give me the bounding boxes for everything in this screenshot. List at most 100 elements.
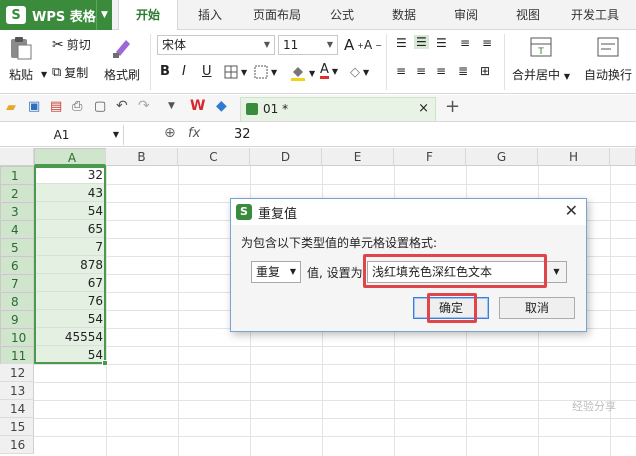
merge-center-button[interactable]: T 合并居中 ▼	[512, 36, 570, 83]
row-header[interactable]: 12	[0, 364, 34, 382]
clear-format-button[interactable]: ◇ ▼	[350, 65, 369, 80]
redo-icon[interactable]: ↷	[138, 98, 150, 114]
cell-a4[interactable]: 65	[34, 220, 106, 238]
open-folder-icon[interactable]: ▰	[6, 100, 16, 115]
cell-a5[interactable]: 7	[34, 238, 106, 256]
cell-a9[interactable]: 54	[34, 310, 106, 328]
new-tab-icon[interactable]: +	[445, 96, 460, 117]
print-preview-icon[interactable]: ▢	[94, 99, 106, 114]
formula-input[interactable]: 32	[234, 125, 251, 145]
align-center-button[interactable]: ≡	[416, 64, 426, 78]
close-icon[interactable]: ✕	[565, 201, 578, 220]
align-bottom-button[interactable]: ☰	[436, 36, 447, 50]
column-header-e[interactable]: E	[322, 148, 394, 166]
font-color-button[interactable]: A ▼	[320, 63, 338, 79]
italic-button[interactable]: I	[182, 64, 186, 79]
bold-button[interactable]: B	[160, 64, 170, 79]
copy-button[interactable]: ⧉ 复制	[52, 64, 88, 81]
app-menu-caret-icon[interactable]: ▼	[96, 0, 112, 30]
zoom-search-icon[interactable]: ⊕	[164, 125, 176, 141]
borders-button[interactable]: ▼	[224, 65, 247, 79]
paste-button[interactable]: 粘贴	[8, 36, 34, 83]
tab-developer[interactable]: 开发工具	[564, 0, 626, 30]
cell-a7[interactable]: 67	[34, 274, 106, 292]
column-header-d[interactable]: D	[250, 148, 322, 166]
cancel-button[interactable]: 取消	[499, 297, 575, 319]
cloud-cube-icon[interactable]: ◆	[216, 98, 227, 114]
name-box[interactable]: A1 ▼	[0, 125, 124, 145]
align-middle-button[interactable]: ☰	[414, 35, 429, 49]
row-header[interactable]: 15	[0, 418, 34, 436]
tab-formulas[interactable]: 公式	[322, 0, 362, 30]
export-pdf-icon[interactable]: ▤	[50, 99, 62, 114]
select-all-corner[interactable]	[0, 148, 34, 166]
underline-button[interactable]: U	[202, 64, 212, 79]
save-icon[interactable]: ▣	[28, 99, 40, 114]
tab-home[interactable]: 开始	[118, 0, 178, 31]
row-header[interactable]: 11	[0, 346, 34, 364]
row-header[interactable]: 1	[0, 166, 34, 184]
fill-handle[interactable]	[102, 360, 108, 366]
tab-page-layout[interactable]: 页面布局	[246, 0, 308, 30]
column-header-b[interactable]: B	[106, 148, 178, 166]
row-header[interactable]: 6	[0, 256, 34, 274]
duplicate-type-select[interactable]: 重复 ▼	[251, 261, 301, 283]
column-header-f[interactable]: F	[394, 148, 466, 166]
tab-review[interactable]: 审阅	[446, 0, 486, 30]
cell-a3[interactable]: 54	[34, 202, 106, 220]
align-right-button[interactable]: ≡	[436, 64, 446, 78]
row-header[interactable]: 14	[0, 400, 34, 418]
format-select[interactable]: 浅红填充色深红色文本 ▼	[367, 261, 567, 283]
tab-insert[interactable]: 插入	[188, 0, 232, 30]
cell-a1[interactable]: 32	[34, 166, 106, 184]
row-header[interactable]: 16	[0, 436, 34, 454]
align-left-button[interactable]: ≡	[396, 64, 406, 78]
cell-a2[interactable]: 43	[34, 184, 106, 202]
format-painter-button[interactable]: 格式刷	[104, 36, 140, 83]
row-header[interactable]: 10	[0, 328, 34, 346]
shrink-font-button[interactable]: A −	[364, 38, 382, 52]
grow-font-button[interactable]: A +	[344, 36, 364, 54]
row-header[interactable]: 4	[0, 220, 34, 238]
cell-style-button[interactable]: ▼	[254, 65, 277, 79]
dialog-title-bar[interactable]: S 重复值 ✕	[231, 199, 586, 225]
paste-caret-icon[interactable]: ▼	[41, 70, 47, 79]
customize-toolbar-icon[interactable]: ▼	[168, 101, 175, 111]
distributed-button[interactable]: ⊞	[480, 64, 490, 78]
tab-view[interactable]: 视图	[508, 0, 548, 30]
app-menu-button[interactable]: S WPS 表格 ▼	[0, 0, 112, 30]
wrap-indent-button[interactable]: ≡	[482, 36, 492, 50]
wrap-text-button[interactable]: 自动换行	[584, 36, 632, 83]
row-header[interactable]: 8	[0, 292, 34, 310]
row-header[interactable]: 3	[0, 202, 34, 220]
document-tab[interactable]: 01 * ×	[240, 97, 436, 121]
cell-a11[interactable]: 54	[34, 346, 106, 364]
undo-icon[interactable]: ↶	[116, 98, 128, 114]
row-header[interactable]: 9	[0, 310, 34, 328]
fill-color-button[interactable]: ▼	[290, 65, 315, 81]
cut-button[interactable]: ✂ 剪切	[52, 36, 91, 53]
column-header-a[interactable]: A	[34, 148, 106, 166]
column-header-h[interactable]: H	[538, 148, 610, 166]
font-name-select[interactable]: 宋体 ▼	[157, 35, 275, 55]
justify-button[interactable]: ≣	[458, 64, 468, 78]
row-header[interactable]: 2	[0, 184, 34, 202]
cell-a6[interactable]: 878	[34, 256, 106, 274]
column-header-g[interactable]: G	[466, 148, 538, 166]
orientation-button[interactable]: ≡	[460, 36, 470, 50]
font-size-select[interactable]: 11 ▼	[278, 35, 338, 55]
cell-a8[interactable]: 76	[34, 292, 106, 310]
row-header[interactable]: 5	[0, 238, 34, 256]
align-top-button[interactable]: ☰	[396, 36, 407, 50]
tab-data[interactable]: 数据	[384, 0, 424, 30]
insert-function-icon[interactable]: fx	[188, 126, 200, 141]
row-header[interactable]: 13	[0, 382, 34, 400]
row-header[interactable]: 7	[0, 274, 34, 292]
wps-w-icon[interactable]: W	[190, 98, 205, 114]
column-header-c[interactable]: C	[178, 148, 250, 166]
close-tab-icon[interactable]: ×	[418, 98, 429, 120]
ok-button[interactable]: 确定	[413, 297, 489, 319]
column-header-i[interactable]	[610, 148, 636, 166]
cell-a10[interactable]: 45554	[34, 328, 106, 346]
print-icon[interactable]: ⎙	[72, 99, 82, 114]
